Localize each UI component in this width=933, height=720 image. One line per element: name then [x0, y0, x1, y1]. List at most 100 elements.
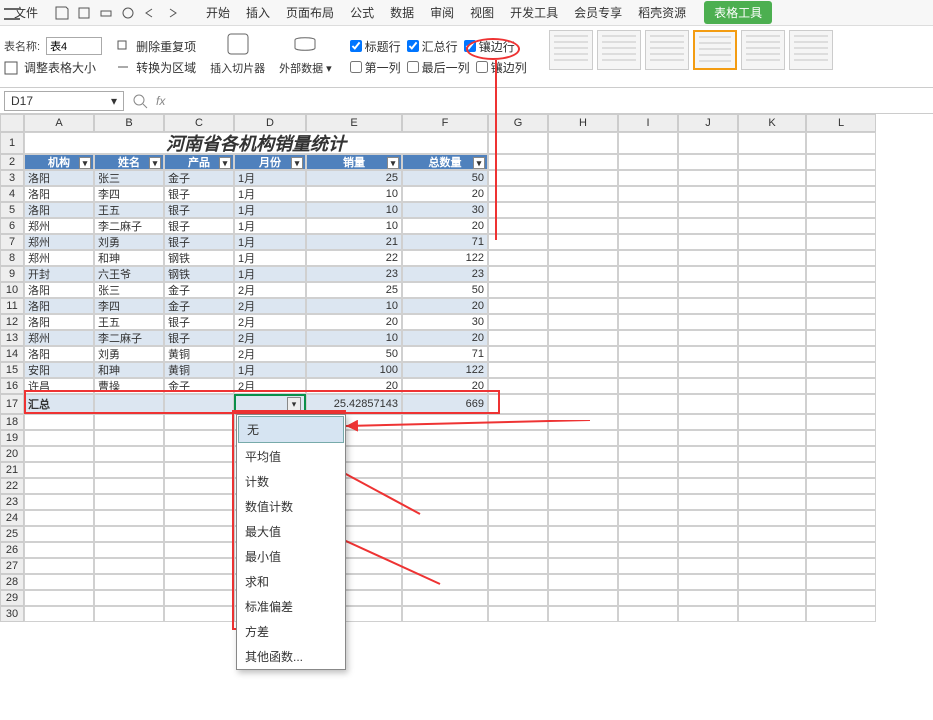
cell[interactable] [548, 298, 618, 314]
table-cell[interactable]: 银子 [164, 314, 234, 330]
rowhead[interactable]: 1 [0, 132, 24, 154]
cell[interactable] [548, 558, 618, 574]
cell[interactable] [738, 362, 806, 378]
table-cell[interactable]: 20 [306, 314, 402, 330]
cell[interactable] [618, 574, 678, 590]
table-header[interactable]: 产品▾ [164, 154, 234, 170]
table-styles-gallery[interactable] [549, 30, 833, 83]
colhead-J[interactable]: J [678, 114, 738, 132]
cell[interactable] [548, 202, 618, 218]
slicer-icon[interactable] [224, 30, 252, 58]
dropdown-item-var[interactable]: 方差 [237, 619, 345, 644]
colhead-A[interactable]: A [24, 114, 94, 132]
cell[interactable] [402, 510, 488, 526]
filter-dropdown-icon[interactable]: ▾ [387, 157, 399, 169]
cell[interactable] [548, 250, 618, 266]
cell[interactable] [678, 314, 738, 330]
cell[interactable] [94, 430, 164, 446]
rowhead[interactable]: 23 [0, 494, 24, 510]
rowhead[interactable]: 6 [0, 218, 24, 234]
rowhead[interactable]: 17 [0, 394, 24, 414]
dropdown-item-sum[interactable]: 求和 [237, 569, 345, 594]
table-cell[interactable]: 洛阳 [24, 186, 94, 202]
rowhead[interactable]: 15 [0, 362, 24, 378]
style-swatch-3[interactable] [645, 30, 689, 70]
rowhead[interactable]: 29 [0, 590, 24, 606]
cell[interactable] [738, 266, 806, 282]
cell[interactable] [678, 606, 738, 622]
cell[interactable] [548, 430, 618, 446]
cell[interactable] [488, 446, 548, 462]
cell[interactable] [488, 606, 548, 622]
cell[interactable] [618, 346, 678, 362]
cell[interactable] [548, 462, 618, 478]
table-cell[interactable]: 1月 [234, 170, 306, 186]
search-icon[interactable] [132, 93, 148, 109]
style-swatch-5[interactable] [741, 30, 785, 70]
tab-view[interactable]: 视图 [470, 4, 494, 21]
cell[interactable] [24, 526, 94, 542]
cell[interactable] [678, 590, 738, 606]
table-cell[interactable]: 和珅 [94, 250, 164, 266]
tab-layout[interactable]: 页面布局 [286, 4, 334, 21]
checkbox-header-row[interactable]: 标题行 [350, 38, 401, 55]
external-data-button[interactable]: 外部数据 ▾ [279, 60, 332, 76]
table-cell[interactable]: 10 [306, 186, 402, 202]
cell[interactable] [618, 394, 678, 414]
cell[interactable] [488, 526, 548, 542]
cell[interactable] [548, 606, 618, 622]
totals-label[interactable]: 汇总 [24, 394, 94, 414]
table-cell[interactable]: 20 [306, 378, 402, 394]
cell[interactable] [94, 394, 164, 414]
cell[interactable] [738, 282, 806, 298]
insert-slicer-button[interactable]: 插入切片器 [210, 60, 265, 76]
cell[interactable] [806, 170, 876, 186]
cell[interactable] [806, 362, 876, 378]
cell[interactable] [618, 298, 678, 314]
table-cell[interactable]: 2月 [234, 378, 306, 394]
table-cell[interactable]: 张三 [94, 170, 164, 186]
dropdown-item-max[interactable]: 最大值 [237, 519, 345, 544]
cell[interactable] [24, 478, 94, 494]
rowhead[interactable]: 7 [0, 234, 24, 250]
cell[interactable] [548, 346, 618, 362]
table-cell[interactable]: 1月 [234, 362, 306, 378]
table-cell[interactable]: 25 [306, 170, 402, 186]
cell[interactable] [678, 494, 738, 510]
cell[interactable] [738, 154, 806, 170]
cell[interactable] [678, 186, 738, 202]
table-cell[interactable]: 张三 [94, 282, 164, 298]
table-cell[interactable]: 钢铁 [164, 250, 234, 266]
rowhead[interactable]: 14 [0, 346, 24, 362]
cell[interactable] [678, 250, 738, 266]
style-swatch-6[interactable] [789, 30, 833, 70]
table-cell[interactable]: 王五 [94, 202, 164, 218]
cell[interactable] [548, 478, 618, 494]
cell[interactable] [488, 430, 548, 446]
cell[interactable] [164, 414, 234, 430]
cell[interactable] [488, 282, 548, 298]
rowhead[interactable]: 20 [0, 446, 24, 462]
cell[interactable] [618, 446, 678, 462]
cell[interactable] [488, 202, 548, 218]
table-cell[interactable]: 10 [306, 202, 402, 218]
cell[interactable] [164, 574, 234, 590]
tab-table-tools[interactable]: 表格工具 [704, 1, 772, 24]
rowhead[interactable]: 25 [0, 526, 24, 542]
cell[interactable] [548, 378, 618, 394]
table-cell[interactable]: 23 [306, 266, 402, 282]
cell[interactable] [94, 462, 164, 478]
table-cell[interactable]: 洛阳 [24, 170, 94, 186]
cell[interactable] [24, 430, 94, 446]
remove-duplicates-button[interactable]: 删除重复项 [136, 38, 196, 55]
cell[interactable] [678, 430, 738, 446]
style-swatch-2[interactable] [597, 30, 641, 70]
rowhead[interactable]: 27 [0, 558, 24, 574]
table-cell[interactable]: 2月 [234, 298, 306, 314]
totals-cell-D[interactable]: ▾ [234, 394, 306, 414]
cell[interactable] [678, 132, 738, 154]
table-cell[interactable]: 1月 [234, 234, 306, 250]
table-cell[interactable]: 王五 [94, 314, 164, 330]
cell[interactable] [548, 574, 618, 590]
tab-data[interactable]: 数据 [390, 4, 414, 21]
